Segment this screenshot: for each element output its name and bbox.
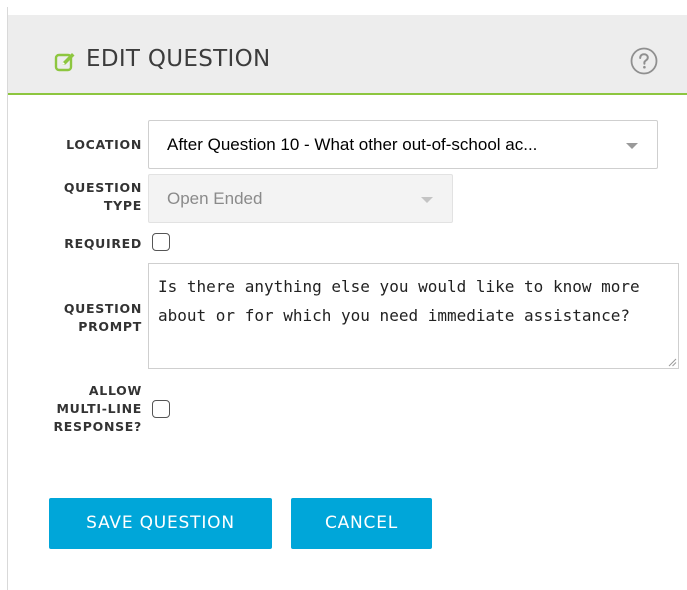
question-prompt-label: QUESTION PROMPT (63, 301, 142, 334)
allow-multiline-checkbox[interactable] (152, 400, 170, 418)
question-type-label: QUESTION TYPE (63, 180, 142, 213)
location-value: After Question 10 - What other out-of-sc… (167, 135, 538, 154)
question-type-value: Open Ended (167, 189, 263, 208)
allow-multiline-label: ALLOW MULTI-LINE RESPONSE? (53, 383, 142, 434)
location-label: LOCATION (66, 137, 142, 152)
question-prompt-textarea[interactable]: Is there anything else you would like to… (148, 263, 679, 369)
question-type-select: Open Ended (148, 174, 453, 223)
required-checkbox[interactable] (152, 233, 170, 251)
panel-header: EDIT QUESTION (8, 15, 687, 95)
question-circle-icon[interactable] (630, 47, 658, 75)
location-select[interactable]: After Question 10 - What other out-of-sc… (148, 120, 658, 169)
chevron-down-icon (421, 197, 433, 203)
chevron-down-icon (626, 143, 638, 149)
resize-handle-icon[interactable] (667, 357, 677, 367)
required-label: REQUIRED (64, 236, 142, 251)
page-title: EDIT QUESTION (86, 46, 271, 72)
question-prompt-text: Is there anything else you would like to… (158, 277, 640, 325)
save-question-button[interactable]: SAVE QUESTION (49, 498, 272, 549)
edit-icon (54, 53, 75, 72)
cancel-button[interactable]: CANCEL (291, 498, 432, 549)
edit-question-panel: EDIT QUESTION LOCATION After Question 10… (7, 7, 687, 590)
